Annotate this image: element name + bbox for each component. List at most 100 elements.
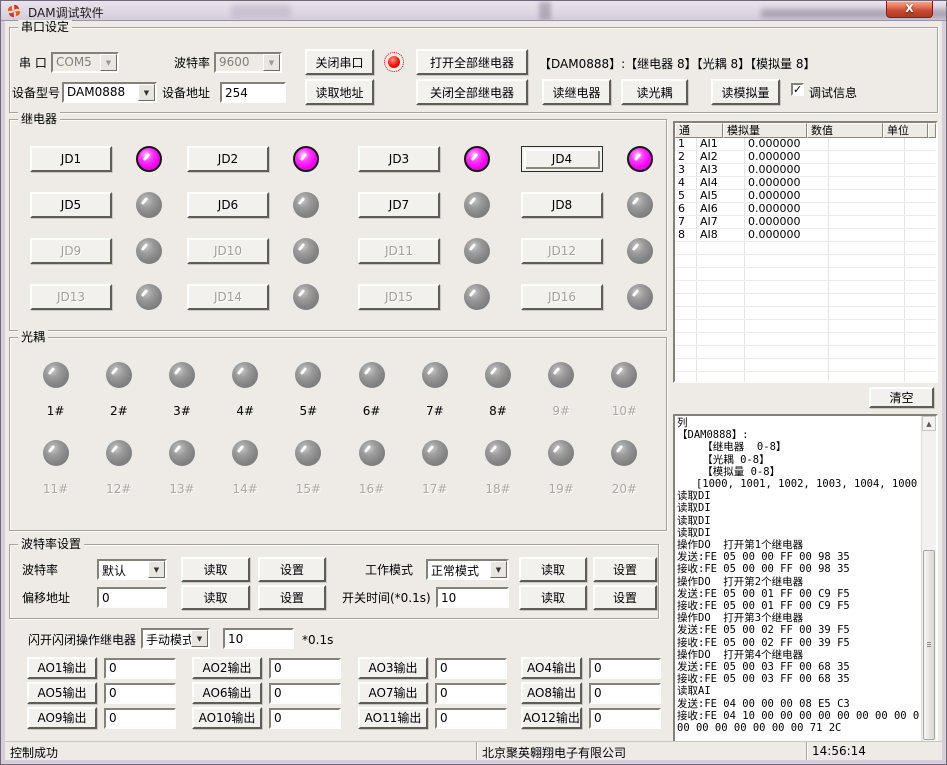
ao-value-input[interactable] [435,708,507,729]
ao-value-input[interactable] [589,683,661,704]
ao-value-input[interactable] [589,658,661,679]
relay-button[interactable]: JD7 [358,192,440,218]
ao-output-button[interactable]: AO10输出 [192,707,262,729]
offset-address-field[interactable] [97,587,167,608]
ao-value-input[interactable] [104,708,176,729]
ao-output-button[interactable]: AO3输出 [358,657,428,679]
work-mode-select[interactable]: 正常模式 [426,559,509,580]
table-cell-extra [905,151,936,163]
ao-value-input[interactable] [435,658,507,679]
chevron-down-icon[interactable] [148,561,165,578]
address-field[interactable] [220,82,286,103]
opto-cell: 13# [150,440,213,496]
status-message: 控制成功 [5,742,477,760]
ao-output-button[interactable]: AO9输出 [27,707,97,729]
relay-button[interactable]: JD3 [358,146,440,172]
relay-button[interactable]: JD2 [187,146,269,172]
relay-button[interactable]: JD6 [187,192,269,218]
switch-time-read-button[interactable]: 读取 [519,585,587,610]
chevron-down-icon[interactable] [263,54,280,71]
baudrate-setting-select[interactable]: 默认 [97,559,167,580]
table-cell-name [697,294,745,306]
table-cell-unit [829,177,905,189]
relay-button[interactable]: JD11 [358,238,440,264]
ao-output-button[interactable]: AO12输出 [521,707,582,729]
ao-output-cell: AO12输出 [521,707,661,729]
scrollbar-thumb[interactable] [923,550,935,740]
opto-cell: 6# [340,362,403,418]
log-line: 发送:FE 04 00 00 00 08 E5 C3 [677,698,919,710]
table-cell-value [745,346,829,358]
ao-value-input[interactable] [435,683,507,704]
ao-output-grid: AO1输出 AO2输出 AO3输出 AO4输出 AO5输出 [27,657,667,729]
clear-button[interactable]: 清空 [869,387,934,408]
work-mode-set-button[interactable]: 设置 [593,557,657,582]
port-select[interactable]: COM5 [51,52,119,73]
ao-value-input[interactable] [104,658,176,679]
table-cell-channel: 2 [675,151,697,163]
relay-button[interactable]: JD5 [30,192,112,218]
ao-output-button[interactable]: AO8输出 [521,682,582,704]
relay-cell: JD14 [187,284,358,310]
relay-led-icon [464,238,490,264]
relay-button[interactable]: JD14 [187,284,269,310]
scroll-up-icon[interactable] [922,416,936,431]
ao-output-button[interactable]: AO4输出 [521,657,582,679]
close-all-relays-button[interactable]: 关闭全部继电器 [416,79,528,105]
relay-button[interactable]: JD1 [30,146,112,172]
ao-output-button[interactable]: AO6输出 [192,682,262,704]
opto-led-icon [232,440,258,466]
flash-time-field[interactable] [223,628,294,649]
ao-output-button[interactable]: AO2输出 [192,657,262,679]
baudrate-read-button[interactable]: 读取 [181,557,250,582]
table-cell-channel: 6 [675,203,697,215]
table-cell-extra [905,268,936,280]
relay-button[interactable]: JD10 [187,238,269,264]
relay-button[interactable]: JD12 [521,238,603,264]
chevron-down-icon[interactable] [100,54,117,71]
ao-value-input[interactable] [104,683,176,704]
ao-output-button[interactable]: AO1输出 [27,657,97,679]
baudrate-set-button[interactable]: 设置 [258,557,326,582]
table-cell-extra [905,216,936,228]
model-select[interactable]: DAM0888 [62,82,157,103]
switch-time-set-button[interactable]: 设置 [593,585,657,610]
read-address-button[interactable]: 读取地址 [305,79,374,105]
table-cell-channel [675,268,697,280]
flash-mode-select[interactable]: 手动模式 [141,628,210,649]
relay-button[interactable]: JD8 [521,192,603,218]
ao-output-button[interactable]: AO5输出 [27,682,97,704]
chevron-down-icon[interactable] [138,84,155,101]
ao-output-button[interactable]: AO11输出 [358,707,428,729]
close-serial-button[interactable]: 关闭串口 [305,49,374,75]
opto-label: 11# [43,482,68,496]
relay-button[interactable]: JD4 [521,146,603,172]
chevron-down-icon[interactable] [490,561,507,578]
ao-output-button[interactable]: AO7输出 [358,682,428,704]
opto-led-icon [359,362,385,388]
relay-button[interactable]: JD9 [30,238,112,264]
switch-time-field[interactable] [436,587,509,608]
relay-button[interactable]: JD13 [30,284,112,310]
read-opto-button[interactable]: 读光耦 [621,79,688,105]
opto-label: 5# [300,404,318,418]
relay-button[interactable]: JD15 [358,284,440,310]
offset-set-button[interactable]: 设置 [258,585,326,610]
read-analog-button[interactable]: 读模拟量 [711,79,780,105]
debug-info-checkbox[interactable]: ✓ [791,83,804,96]
read-relay-button[interactable]: 读继电器 [542,79,611,105]
close-button[interactable]: X [886,1,933,18]
table-cell-name [697,333,745,345]
ao-value-input[interactable] [589,708,661,729]
relay-button[interactable]: JD16 [521,284,603,310]
ao-value-input[interactable] [269,683,341,704]
opto-led-icon [485,440,511,466]
work-mode-read-button[interactable]: 读取 [519,557,587,582]
chevron-down-icon[interactable] [191,630,208,647]
open-all-relays-button[interactable]: 打开全部继电器 [416,49,528,75]
log-scrollbar[interactable] [921,416,936,744]
ao-value-input[interactable] [269,708,341,729]
ao-value-input[interactable] [269,658,341,679]
offset-read-button[interactable]: 读取 [181,585,250,610]
baudrate-select[interactable]: 9600 [214,52,282,73]
